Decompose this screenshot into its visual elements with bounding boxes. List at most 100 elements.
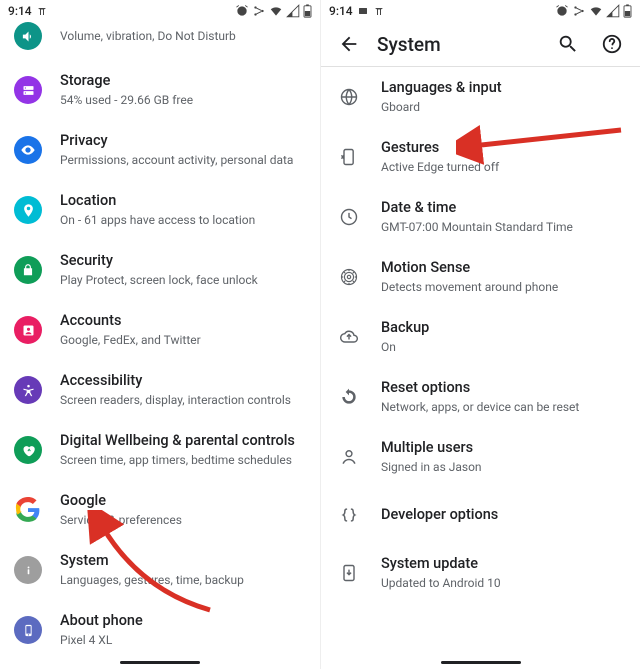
phone-icon <box>14 616 42 644</box>
item-title: Security <box>60 252 306 271</box>
system-item-motion[interactable]: Motion Sense Detects movement around pho… <box>321 247 640 307</box>
item-subtitle: Signed in as Jason <box>381 459 626 475</box>
status-icons <box>235 4 312 18</box>
settings-item-storage[interactable]: Storage 54% used - 29.66 GB free <box>0 60 320 120</box>
settings-item-location[interactable]: Location On - 61 apps have access to loc… <box>0 180 320 240</box>
gesture-nav-pill[interactable] <box>120 661 200 664</box>
item-subtitle: Play Protect, screen lock, face unlock <box>60 272 306 288</box>
braces-icon <box>335 501 363 529</box>
clock-icon <box>335 203 363 231</box>
item-subtitle: Pixel 4 XL <box>60 632 306 648</box>
status-time: 9:14 <box>8 4 32 18</box>
item-subtitle: Services & preferences <box>60 512 306 528</box>
item-title: Multiple users <box>381 439 626 458</box>
lock-icon <box>14 256 42 284</box>
item-subtitle: Detects movement around phone <box>381 279 626 295</box>
settings-main-pane: 9:14 Volume, vibration, Do Not Disturb <box>0 0 320 669</box>
reset-icon <box>335 383 363 411</box>
settings-item-wellbeing[interactable]: Digital Wellbeing & parental controls Sc… <box>0 420 320 480</box>
settings-item-google[interactable]: Google Services & preferences <box>0 480 320 540</box>
item-title: Accessibility <box>60 372 306 391</box>
item-title: Developer options <box>381 506 626 525</box>
gestures-icon <box>335 143 363 171</box>
alarm-icon <box>235 4 249 18</box>
system-update-icon <box>335 559 363 587</box>
item-subtitle: Volume, vibration, Do Not Disturb <box>60 28 306 44</box>
status-bar: 9:14 <box>321 0 640 22</box>
google-g-icon <box>14 496 42 524</box>
eye-icon <box>14 136 42 164</box>
item-title: Date & time <box>381 199 626 218</box>
item-title: Languages & input <box>381 79 626 98</box>
settings-item-accounts[interactable]: Accounts Google, FedEx, and Twitter <box>0 300 320 360</box>
system-list[interactable]: Languages & input Gboard Gestures Active… <box>321 67 640 603</box>
back-button[interactable] <box>329 24 369 64</box>
search-button[interactable] <box>548 24 588 64</box>
item-subtitle: Gboard <box>381 99 626 115</box>
settings-list[interactable]: Volume, vibration, Do Not Disturb Storag… <box>0 22 320 654</box>
gesture-nav-pill[interactable] <box>441 661 521 664</box>
item-subtitle: Screen readers, display, interaction con… <box>60 392 306 408</box>
system-item-update[interactable]: System update Updated to Android 10 <box>321 543 640 603</box>
item-subtitle: On <box>381 339 626 355</box>
item-subtitle: Network, apps, or device can be reset <box>381 399 626 415</box>
item-subtitle: Languages, gestures, time, backup <box>60 572 306 588</box>
account-box-icon <box>14 316 42 344</box>
item-title: Privacy <box>60 132 306 151</box>
item-title: System update <box>381 555 626 574</box>
system-item-languages[interactable]: Languages & input Gboard <box>321 67 640 127</box>
accessibility-icon <box>14 376 42 404</box>
settings-item-accessibility[interactable]: Accessibility Screen readers, display, i… <box>0 360 320 420</box>
settings-item-privacy[interactable]: Privacy Permissions, account activity, p… <box>0 120 320 180</box>
item-title: Motion Sense <box>381 259 626 278</box>
system-item-gestures[interactable]: Gestures Active Edge turned off <box>321 127 640 187</box>
item-subtitle: 54% used - 29.66 GB free <box>60 92 306 108</box>
heart-icon <box>14 436 42 464</box>
battery-icon <box>623 4 632 18</box>
system-item-datetime[interactable]: Date & time GMT-07:00 Mountain Standard … <box>321 187 640 247</box>
radar-icon <box>335 263 363 291</box>
signal-icon <box>286 4 300 18</box>
storage-icon <box>14 76 42 104</box>
app-icon <box>357 5 369 17</box>
search-icon <box>557 33 579 55</box>
system-item-reset[interactable]: Reset options Network, apps, or device c… <box>321 367 640 427</box>
item-title: Gestures <box>381 139 626 158</box>
tesla-app-icon <box>373 5 385 17</box>
person-icon <box>335 443 363 471</box>
settings-item-security[interactable]: Security Play Protect, screen lock, face… <box>0 240 320 300</box>
system-item-backup[interactable]: Backup On <box>321 307 640 367</box>
item-subtitle: On - 61 apps have access to location <box>60 212 306 228</box>
status-time: 9:14 <box>329 4 353 18</box>
item-subtitle: GMT-07:00 Mountain Standard Time <box>381 219 626 235</box>
item-subtitle: Active Edge turned off <box>381 159 626 175</box>
help-button[interactable] <box>592 24 632 64</box>
help-outline-icon <box>601 33 623 55</box>
arrow-back-icon <box>338 33 360 55</box>
item-subtitle: Permissions, account activity, personal … <box>60 152 306 168</box>
system-item-users[interactable]: Multiple users Signed in as Jason <box>321 427 640 487</box>
item-title: Accounts <box>60 312 306 331</box>
page-title: System <box>377 33 548 56</box>
wifi-icon <box>269 4 283 18</box>
item-title: About phone <box>60 612 306 631</box>
item-title: System <box>60 552 306 571</box>
signal-icon <box>606 4 620 18</box>
bluetooth-share-icon <box>572 4 586 18</box>
volume-icon <box>14 22 42 50</box>
bluetooth-share-icon <box>252 4 266 18</box>
info-icon <box>14 556 42 584</box>
status-bar: 9:14 <box>0 0 320 22</box>
item-subtitle: Updated to Android 10 <box>381 575 626 591</box>
header: System <box>321 22 640 66</box>
location-pin-icon <box>14 196 42 224</box>
battery-icon <box>303 4 312 18</box>
system-settings-pane: 9:14 System <box>320 0 640 669</box>
settings-item-system[interactable]: System Languages, gestures, time, backup <box>0 540 320 600</box>
item-title: Reset options <box>381 379 626 398</box>
settings-item-about[interactable]: About phone Pixel 4 XL <box>0 600 320 654</box>
settings-item-sound[interactable]: Volume, vibration, Do Not Disturb <box>0 22 320 60</box>
item-title: Google <box>60 492 306 511</box>
tesla-app-icon <box>36 5 48 17</box>
system-item-developer[interactable]: Developer options <box>321 487 640 543</box>
